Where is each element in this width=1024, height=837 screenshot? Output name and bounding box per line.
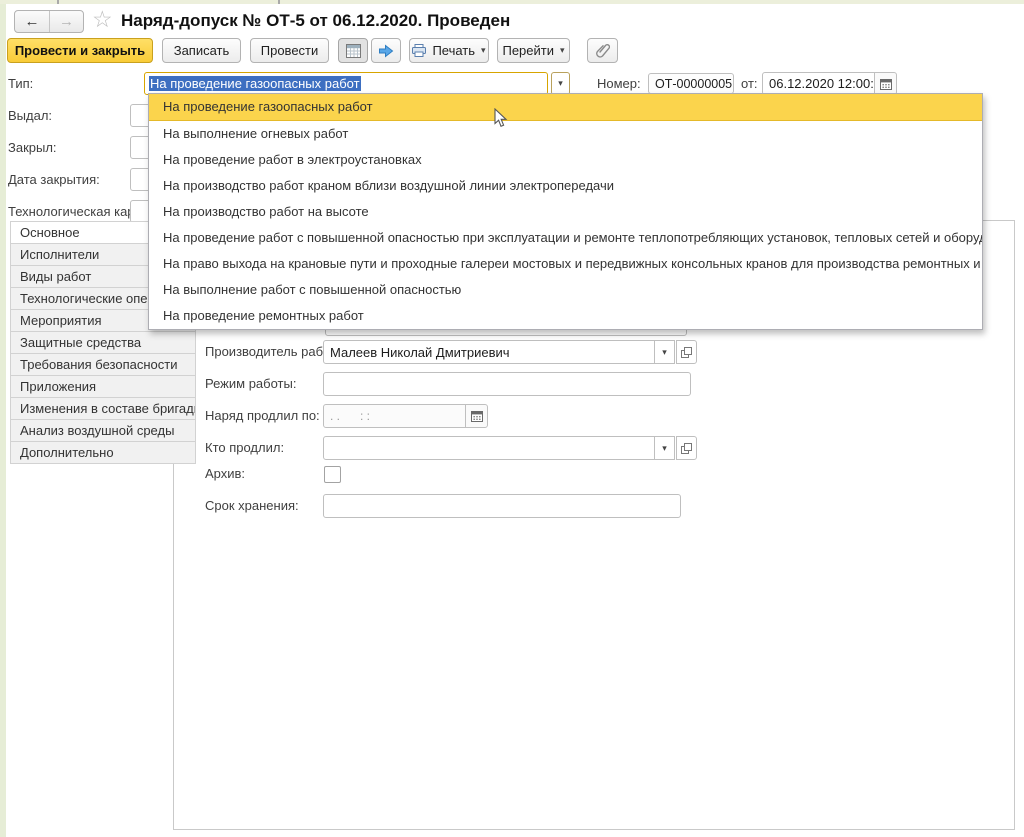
tab-additional[interactable]: Дополнительно <box>10 441 196 464</box>
save-button[interactable]: Записать <box>162 38 241 63</box>
show-movements-button[interactable] <box>338 38 368 63</box>
extended-by-label: Кто продлил: <box>205 436 284 460</box>
number-field[interactable]: ОТ-00000005 <box>648 73 734 94</box>
post-and-close-button[interactable]: Провести и закрыть <box>7 38 153 63</box>
post-and-close-label: Провести и закрыть <box>15 43 145 58</box>
nav-button-group: ← → <box>14 10 84 33</box>
post-label: Провести <box>261 43 319 58</box>
producer-value: Малеев Николай Дмитриевич <box>330 345 510 360</box>
tab-brigade-changes[interactable]: Изменения в составе бригады <box>10 397 196 420</box>
post-button[interactable]: Провести <box>250 38 329 63</box>
extended-by-open-button[interactable] <box>676 436 697 460</box>
dropdown-item[interactable]: На проведение ремонтных работ <box>149 303 982 329</box>
dropdown-item[interactable]: На выполнение работ с повышенной опаснос… <box>149 277 982 303</box>
type-dropdown-button[interactable]: ▾ <box>551 72 570 95</box>
dropdown-item[interactable]: На проведение работ с повышенной опаснос… <box>149 225 982 251</box>
favorite-star-button[interactable]: ☆ <box>92 6 113 33</box>
tab-air-analysis[interactable]: Анализ воздушной среды <box>10 419 196 442</box>
open-link-icon <box>681 443 692 454</box>
back-button[interactable]: ← <box>15 11 50 32</box>
dropdown-item[interactable]: На проведение работ в электроустановках <box>149 147 982 173</box>
window-edge-top <box>0 0 1024 4</box>
date-value: 06.12.2020 12:00:00 <box>769 76 875 91</box>
forward-button[interactable]: → <box>50 11 83 32</box>
extended-to-calendar-button[interactable] <box>465 404 488 428</box>
closed-by-label: Закрыл: <box>8 136 57 160</box>
type-dropdown-list: На проведение газоопасных работ На выпол… <box>148 93 983 330</box>
attachments-button[interactable] <box>587 38 618 63</box>
dropdown-item[interactable]: На проведение газоопасных работ <box>149 94 982 121</box>
calendar-icon <box>471 410 483 422</box>
register-records-icon <box>346 44 361 58</box>
dropdown-item[interactable]: На производство работ краном вблизи возд… <box>149 173 982 199</box>
extended-to-label: Наряд продлил по: <box>205 404 320 428</box>
window-tab-tick <box>278 0 280 4</box>
extended-by-field[interactable] <box>323 436 655 460</box>
chevron-down-icon: ▾ <box>481 45 486 56</box>
date-field[interactable]: 06.12.2020 12:00:00 <box>762 72 875 95</box>
tab-protective-equipment[interactable]: Защитные средства <box>10 331 196 354</box>
dropdown-item[interactable]: На выполнение огневых работ <box>149 121 982 147</box>
blue-arrow-icon <box>378 44 394 58</box>
producer-dropdown-button[interactable]: ▾ <box>654 340 675 364</box>
tab-safety-requirements[interactable]: Требования безопасности <box>10 353 196 376</box>
goto-label: Перейти <box>502 43 554 58</box>
retention-field[interactable] <box>323 494 681 518</box>
issued-by-label: Выдал: <box>8 104 52 128</box>
retention-label: Срок хранения: <box>205 494 299 518</box>
close-date-label: Дата закрытия: <box>8 168 100 192</box>
calendar-icon <box>880 78 892 90</box>
dropdown-item[interactable]: На производство работ на высоте <box>149 199 982 225</box>
save-label: Записать <box>174 43 230 58</box>
paperclip-icon <box>596 43 610 58</box>
work-mode-label: Режим работы: <box>205 372 296 396</box>
tab-attachments[interactable]: Приложения <box>10 375 196 398</box>
type-combobox[interactable]: На проведение газоопасных работ <box>144 72 548 95</box>
back-icon: ← <box>24 13 39 30</box>
open-link-icon <box>681 347 692 358</box>
type-value-selected: На проведение газоопасных работ <box>149 76 361 91</box>
chevron-down-icon: ▾ <box>662 347 667 358</box>
work-mode-field[interactable] <box>323 372 691 396</box>
dropdown-item[interactable]: На право выхода на крановые пути и прохо… <box>149 251 982 277</box>
star-icon: ☆ <box>92 6 113 32</box>
extended-to-field[interactable]: . . : : <box>323 404 466 428</box>
producer-label: Производитель работ: <box>205 340 340 364</box>
producer-field[interactable]: Малеев Николай Дмитриевич <box>323 340 655 364</box>
type-label: Тип: <box>8 72 33 96</box>
chevron-down-icon: ▾ <box>662 443 667 454</box>
chevron-down-icon: ▾ <box>558 78 563 89</box>
page-title: Наряд-допуск № ОТ-5 от 06.12.2020. Прове… <box>121 11 510 31</box>
printer-icon <box>412 44 426 57</box>
producer-open-button[interactable] <box>676 340 697 364</box>
mouse-cursor <box>494 108 508 128</box>
window-edge-left <box>0 0 6 837</box>
goto-menu-button[interactable]: Перейти ▾ <box>497 38 570 63</box>
chevron-down-icon: ▾ <box>560 45 565 56</box>
print-menu-button[interactable]: Печать ▾ <box>409 38 489 63</box>
print-label: Печать <box>432 43 475 58</box>
number-value: ОТ-00000005 <box>655 77 732 91</box>
extended-by-dropdown-button[interactable]: ▾ <box>654 436 675 460</box>
extended-to-placeholder: . . : : <box>330 409 370 423</box>
post-document-arrow-button[interactable] <box>371 38 401 63</box>
archive-checkbox[interactable] <box>324 466 341 483</box>
app-window: { "window": { "title": "Наряд-допуск № О… <box>0 0 1024 837</box>
archive-label: Архив: <box>205 462 245 486</box>
window-tab-tick <box>57 0 59 4</box>
date-calendar-button[interactable] <box>874 72 897 95</box>
forward-icon: → <box>59 13 74 30</box>
